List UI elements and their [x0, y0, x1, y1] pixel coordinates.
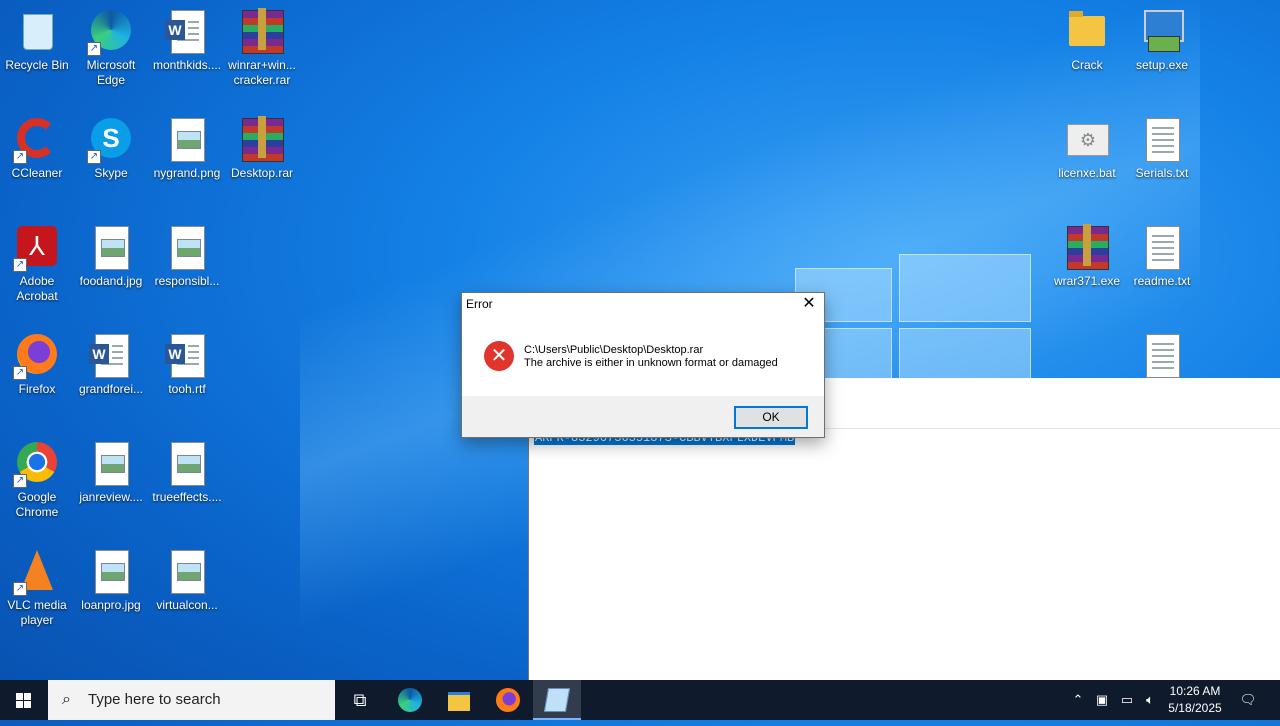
desktop-icon-setup-exe[interactable]: setup.exe: [1125, 2, 1199, 73]
desktop-icon-skype[interactable]: S ↗ Skype: [74, 110, 148, 181]
text-file-icon: [1146, 226, 1180, 270]
desktop-icon-winrar-cracker[interactable]: winrar+win... cracker.rar: [225, 2, 299, 88]
windows-logo-icon: [16, 693, 32, 708]
taskbar-clock[interactable]: 10:26 AM 5/18/2025: [1160, 683, 1230, 717]
network-icon[interactable]: ▭: [1116, 680, 1138, 720]
desktop-icon-desktop-rar[interactable]: Desktop.rar: [225, 110, 299, 181]
desktop-icon-foodand[interactable]: foodand.jpg: [74, 218, 148, 289]
image-file-icon: [171, 118, 205, 162]
taskbar: ⌕ Type here to search ⧉ ⌃ ▣ ▭ 🔈︎ 10:26 A…: [0, 680, 1280, 720]
image-file-icon: [171, 442, 205, 486]
desktop-icon-tooh[interactable]: W tooh.rtf: [150, 326, 224, 397]
desktop-icon-google-chrome[interactable]: ↗ Google Chrome: [0, 434, 74, 520]
text-file-icon: [1146, 334, 1180, 378]
desktop-icon-grandforei[interactable]: W grandforei...: [74, 326, 148, 397]
desktop-icon-firefox[interactable]: ↗ Firefox: [0, 326, 74, 397]
image-file-icon: [95, 442, 129, 486]
notification-center-icon[interactable]: 🗨︎: [1236, 680, 1260, 720]
desktop-icon-trueeffects[interactable]: trueeffects....: [150, 434, 224, 505]
volume-icon[interactable]: 🔈︎: [1140, 680, 1160, 720]
image-file-icon: [171, 550, 205, 594]
taskbar-file-explorer-icon[interactable]: [435, 680, 483, 720]
desktop-icon-loanpro[interactable]: loanpro.jpg: [74, 542, 148, 613]
taskbar-firefox-icon[interactable]: [484, 680, 532, 720]
desktop-icon-crack-folder[interactable]: Crack: [1050, 2, 1124, 73]
desktop-icon-ccleaner[interactable]: ↗ CCleaner: [0, 110, 74, 181]
desktop-icon-microsoft-edge[interactable]: ↗ Microsoft Edge: [74, 2, 148, 88]
folder-icon: [1069, 11, 1105, 46]
show-hidden-icons-chevron-icon[interactable]: ⌃: [1068, 680, 1088, 720]
image-file-icon: [95, 226, 129, 270]
tray-device-icon[interactable]: ▣: [1092, 680, 1112, 720]
dialog-message-path: C:\Users\Public\Desktop\Desktop.rar: [524, 344, 704, 356]
error-icon: ✕: [484, 341, 514, 371]
desktop-icon-monthkids[interactable]: W monthkids....: [150, 2, 224, 73]
text-file-icon: [1146, 118, 1180, 162]
desktop-icon-vlc[interactable]: ↗ VLC media player: [0, 542, 74, 628]
desktop-icon-readme-txt[interactable]: readme.txt: [1125, 218, 1199, 289]
desktop-icon-text-file-partial[interactable]: [1125, 326, 1199, 382]
search-icon: ⌕: [62, 691, 71, 708]
anyrun-watermark: ANY RUN: [1038, 613, 1261, 665]
desktop-icon-responsibl[interactable]: responsibl...: [150, 218, 224, 289]
desktop-icon-nygrand[interactable]: nygrand.png: [150, 110, 224, 181]
desktop-icon-adobe-acrobat[interactable]: ⅄ ↗ Adobe Acrobat: [0, 218, 74, 304]
batch-file-icon: ⚙: [1067, 124, 1109, 156]
clock-time: 10:26 AM: [1169, 684, 1221, 698]
taskbar-notepad-icon[interactable]: [533, 680, 581, 720]
dialog-footer: OK: [462, 396, 824, 437]
dialog-message-text: The archive is either in unknown format …: [524, 357, 778, 369]
desktop-icon-licenxe-bat[interactable]: ⚙ licenxe.bat: [1050, 110, 1124, 181]
desktop-icon-recycle-bin[interactable]: Recycle Bin: [0, 2, 74, 73]
dialog-title: Error: [466, 297, 493, 311]
desktop-icon-virtualcon[interactable]: virtualcon...: [150, 542, 224, 613]
close-icon[interactable]: ✕: [794, 293, 824, 315]
clock-date: 5/18/2025: [1168, 701, 1222, 715]
start-button[interactable]: [0, 680, 48, 720]
desktop-icon-serials-txt[interactable]: Serials.txt: [1125, 110, 1199, 181]
error-dialog[interactable]: Error ✕ ✕ C:\Users\Public\Desktop\Deskto…: [461, 292, 825, 438]
dialog-message: C:\Users\Public\Desktop\Desktop.rar The …: [524, 344, 778, 370]
taskbar-edge-icon[interactable]: [386, 680, 434, 720]
desktop-icon-wrar371-exe[interactable]: wrar371.exe: [1050, 218, 1124, 289]
wallpaper-windows-logo: [795, 240, 1031, 382]
taskbar-search-box[interactable]: ⌕ Type here to search: [48, 680, 335, 720]
search-placeholder: Type here to search: [88, 691, 221, 708]
ok-button[interactable]: OK: [734, 406, 808, 429]
task-view-icon[interactable]: ⧉: [336, 680, 384, 720]
recycle-bin-icon: [23, 14, 53, 50]
image-file-icon: [171, 226, 205, 270]
image-file-icon: [95, 550, 129, 594]
desktop-icon-janreview[interactable]: janreview....: [74, 434, 148, 505]
